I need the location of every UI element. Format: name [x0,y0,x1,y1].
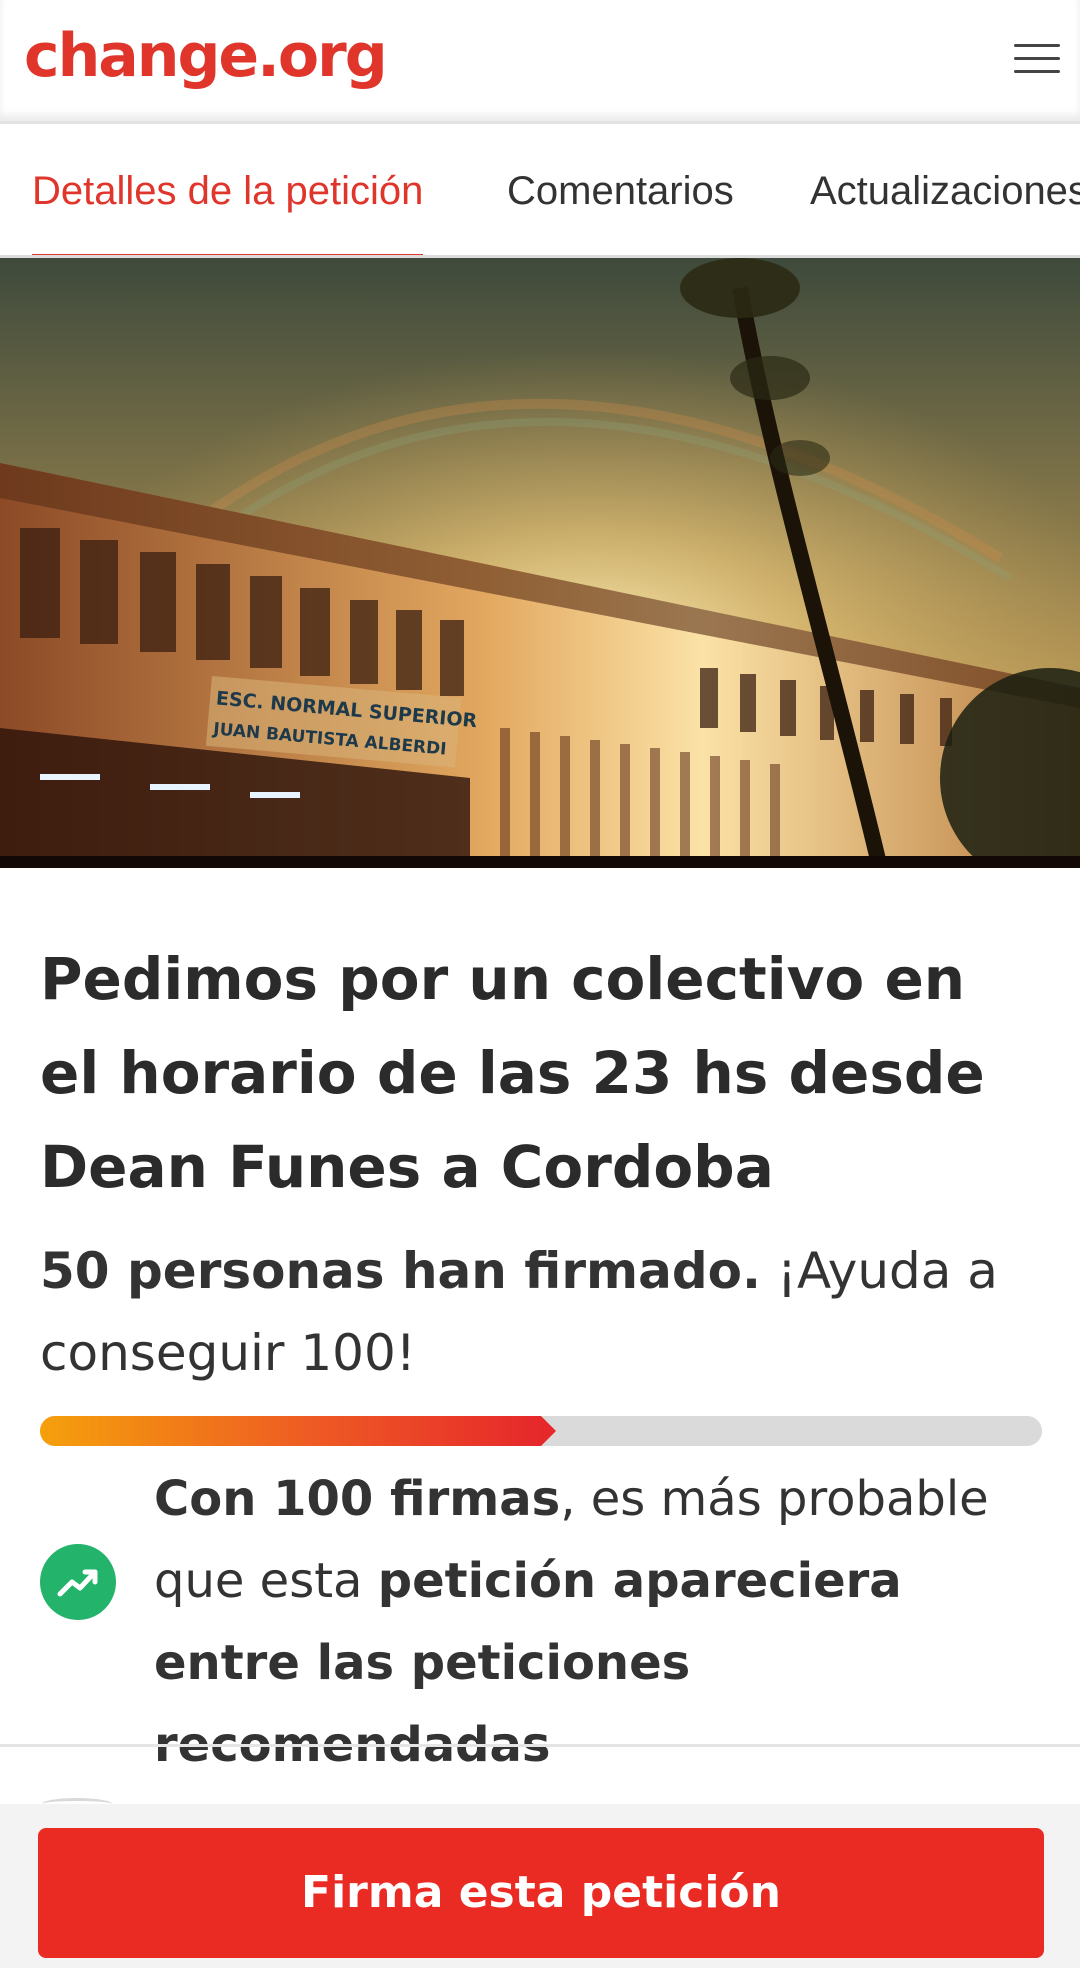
hamburger-menu-icon[interactable] [1014,44,1060,80]
signature-progress-fill [40,1416,556,1446]
change-org-logo[interactable]: change.org [24,26,388,86]
recommendation-message: Con 100 firmas, es más probable que esta… [154,1458,1034,1786]
trending-up-icon [40,1544,116,1620]
signature-progress-bar [40,1416,1042,1446]
section-divider [0,1744,1080,1747]
sign-cta-bar: Firma esta petición [0,1798,1080,1968]
petition-tabs: Detalles de la petición Comentarios Actu… [0,124,1080,258]
avatar [42,1798,112,1810]
sign-petition-button[interactable]: Firma esta petición [38,1828,1044,1958]
top-bar: change.org [0,0,1080,124]
school-building-photo: ESC. NORMAL SUPERIOR JUAN BAUTISTA ALBER… [0,258,1080,868]
tab-comments[interactable]: Comentarios [507,124,734,255]
petition-hero-image: ESC. NORMAL SUPERIOR JUAN BAUTISTA ALBER… [0,258,1080,868]
signature-count-bold: 50 personas han firmado. [40,1242,761,1300]
recommendation-bold-1: Con 100 firmas [154,1471,561,1527]
signature-count: 50 personas han firmado. ¡Ayuda a conseg… [40,1230,1040,1394]
petition-title: Pedimos por un colectivo en el horario d… [40,945,985,1201]
tab-petition-details[interactable]: Detalles de la petición [32,124,424,255]
logo-text: change.org [24,21,388,91]
petition-content: Pedimos por un colectivo en el horario d… [0,868,1080,1773]
tab-updates[interactable]: Actualizaciones [810,124,1080,255]
